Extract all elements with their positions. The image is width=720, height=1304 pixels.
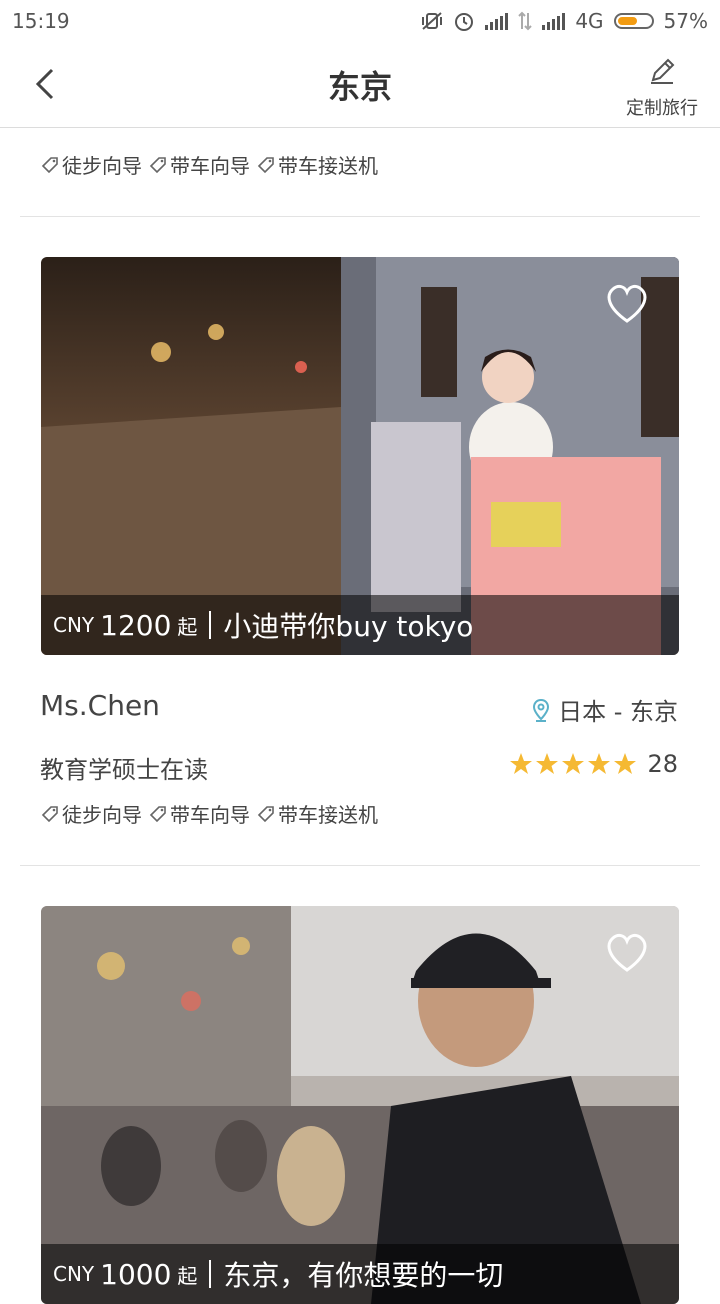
price-value: 1200 xyxy=(100,608,172,642)
rating-count: 28 xyxy=(647,750,678,778)
guide-card-photo[interactable]: CNY 1200 起 小迪带你buy tokyo xyxy=(41,257,679,655)
tag-icon xyxy=(41,156,58,173)
divider xyxy=(20,216,700,217)
price-from: 起 xyxy=(177,614,198,639)
guide-card-photo[interactable]: CNY 1000 起 东京，有你想要的一切 xyxy=(41,906,679,1304)
tag-icon xyxy=(257,805,274,822)
pencil-icon xyxy=(651,58,675,84)
price-value: 1000 xyxy=(100,1257,172,1291)
star-icon xyxy=(588,753,611,774)
favorite-button[interactable] xyxy=(603,283,651,329)
status-time: 15:19 xyxy=(12,9,70,33)
heart-icon xyxy=(607,933,647,972)
separator xyxy=(209,611,212,639)
page-title: 东京 xyxy=(327,68,392,106)
star-icon xyxy=(510,753,533,774)
signal-icon-2 xyxy=(542,12,566,30)
tag: 带车向导 xyxy=(148,799,250,828)
trip-title: 小迪带你buy tokyo xyxy=(223,610,474,643)
heart-icon xyxy=(607,284,647,323)
tag-list: 徒步向导 带车向导 带车接送机 xyxy=(40,150,378,179)
tag-icon xyxy=(149,156,166,173)
price-currency: CNY xyxy=(53,1262,95,1286)
tag-list: 徒步向导 带车向导 带车接送机 xyxy=(40,799,378,828)
header: 东京 定制旅行 xyxy=(0,42,720,128)
star-icon xyxy=(562,753,585,774)
guide-name[interactable]: Ms.Chen xyxy=(40,689,160,722)
trip-title: 东京，有你想要的一切 xyxy=(223,1259,504,1292)
status-bar: 15:19 4G 57% xyxy=(0,0,720,42)
tag: 带车接送机 xyxy=(256,799,378,828)
tag-icon xyxy=(257,156,274,173)
tag-icon xyxy=(41,805,58,822)
star-rating xyxy=(509,752,637,776)
battery-icon xyxy=(613,13,654,29)
battery-percent: 57% xyxy=(663,9,708,33)
guide-education: 教育学硕士在读 xyxy=(40,756,208,784)
favorite-button[interactable] xyxy=(603,932,651,978)
location-text: 日本 - 东京 xyxy=(558,698,678,726)
divider xyxy=(20,865,700,866)
price-title-bar: CNY 1000 起 东京，有你想要的一切 xyxy=(41,1244,679,1304)
status-icons: 4G 57% xyxy=(421,9,708,33)
price-from: 起 xyxy=(177,1263,198,1288)
tag: 徒步向导 xyxy=(40,150,142,179)
alarm-icon xyxy=(455,13,474,31)
custom-trip-label: 定制旅行 xyxy=(626,98,698,119)
price-title-bar: CNY 1200 起 小迪带你buy tokyo xyxy=(41,595,679,655)
tag: 徒步向导 xyxy=(40,799,142,828)
tag: 带车向导 xyxy=(148,150,250,179)
star-icon xyxy=(536,753,559,774)
star-icon xyxy=(614,753,637,774)
guide-rating: 28 xyxy=(509,750,678,778)
data-transfer-icon xyxy=(518,11,533,31)
signal-icon xyxy=(485,12,509,30)
location-pin-icon xyxy=(533,698,550,722)
network-type: 4G xyxy=(575,9,604,33)
tag-icon xyxy=(149,805,166,822)
separator xyxy=(209,1260,212,1288)
vibrate-icon xyxy=(422,12,443,30)
custom-trip-button[interactable]: 定制旅行 xyxy=(622,54,702,120)
price-currency: CNY xyxy=(53,613,95,637)
guide-location: 日本 - 东京 xyxy=(532,692,678,727)
tag: 带车接送机 xyxy=(256,150,378,179)
